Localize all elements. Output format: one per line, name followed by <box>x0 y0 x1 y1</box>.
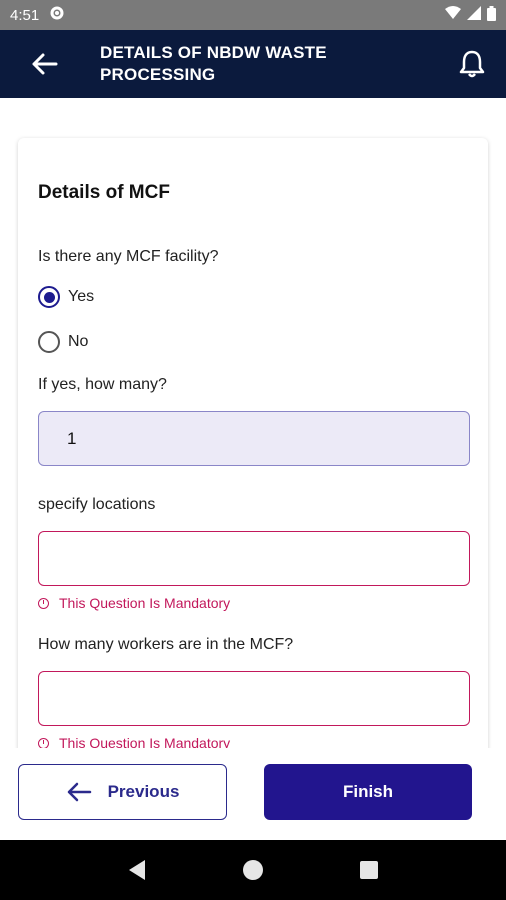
bell-icon <box>459 50 485 78</box>
locations-input[interactable] <box>38 531 470 586</box>
status-bar: 4:51 <box>0 0 506 30</box>
radio-yes[interactable]: Yes <box>38 286 94 308</box>
workers-error: This Question Is Mandatory <box>38 735 230 748</box>
status-time: 4:51 <box>10 6 40 24</box>
question-mcf-facility-label: Is there any MCF facility? <box>38 248 219 265</box>
radio-no-label: No <box>68 333 89 350</box>
back-button[interactable] <box>0 30 90 98</box>
error-icon <box>38 597 49 609</box>
nav-back-icon[interactable] <box>127 859 147 881</box>
question-how-many-label: If yes, how many? <box>38 376 167 393</box>
question-workers-label: How many workers are in the MCF? <box>38 636 294 653</box>
back-arrow-icon <box>32 53 58 75</box>
locations-error-text: This Question Is Mandatory <box>59 595 231 611</box>
finish-label: Finish <box>342 782 394 801</box>
workers-error-text: This Question Is Mandatory <box>59 735 231 748</box>
radio-unchecked-icon <box>38 331 60 353</box>
section-title: Details of MCF <box>38 182 170 203</box>
error-icon <box>38 737 49 748</box>
radio-yes-label: Yes <box>68 288 95 305</box>
question-locations-label: specify locations <box>38 496 156 513</box>
nav-recents-icon[interactable] <box>359 860 379 880</box>
left-arrow-icon <box>67 782 91 802</box>
nav-home-icon[interactable] <box>242 859 264 881</box>
app-bar: DETAILS OF NBDW WASTE PROCESSING <box>0 30 506 98</box>
radio-checked-icon <box>38 286 60 308</box>
wifi-icon <box>445 6 461 24</box>
settings-icon <box>49 5 65 25</box>
page-title-line-1: DETAILS OF NBDW WASTE <box>100 43 327 62</box>
how-many-input[interactable]: 1 <box>38 411 470 466</box>
workers-input[interactable] <box>38 671 470 726</box>
radio-no[interactable]: No <box>38 331 88 353</box>
locations-error: This Question Is Mandatory <box>38 595 230 611</box>
page-title: DETAILS OF NBDW WASTE PROCESSING <box>100 42 430 86</box>
form-scroll-area[interactable]: Details of MCF Is there any MCF facility… <box>0 98 506 748</box>
page-title-line-2: PROCESSING <box>100 65 216 84</box>
how-many-value: 1 <box>67 428 77 448</box>
signal-icon <box>467 6 481 24</box>
finish-button[interactable]: Finish <box>264 764 472 820</box>
form-card: Details of MCF Is there any MCF facility… <box>18 138 488 748</box>
bottom-action-bar: Previous Finish <box>0 748 506 840</box>
battery-icon <box>487 5 496 25</box>
previous-label: Previous <box>107 782 180 801</box>
notifications-button[interactable] <box>456 48 488 80</box>
previous-button[interactable]: Previous <box>18 764 227 820</box>
system-nav-bar <box>0 840 506 900</box>
